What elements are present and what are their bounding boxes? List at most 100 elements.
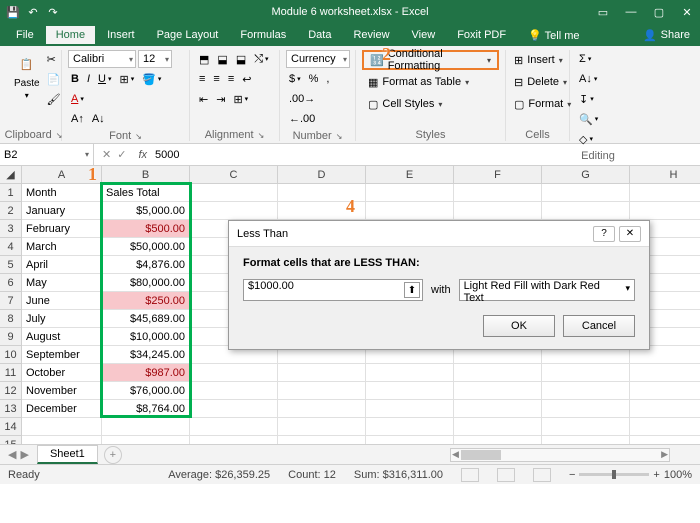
share-button[interactable]: 👤 Share [633,26,700,45]
cell[interactable]: September [22,346,102,364]
cell[interactable]: June [22,292,102,310]
tab-review[interactable]: Review [343,26,399,44]
cell[interactable]: $10,000.00 [102,328,190,346]
cell[interactable]: $4,876.00 [102,256,190,274]
row-header[interactable]: 14 [0,418,22,436]
format-style-select[interactable]: Light Red Fill with Dark Red Text [459,279,635,301]
row-header[interactable]: 6 [0,274,22,292]
save-icon[interactable]: 💾 [6,5,20,19]
view-normal-button[interactable] [461,468,479,482]
cell[interactable] [454,418,542,436]
increase-decimal-button[interactable]: .00→ [286,90,318,108]
cell[interactable]: March [22,238,102,256]
row-header[interactable]: 9 [0,328,22,346]
ok-button[interactable]: OK [483,315,555,337]
cell[interactable]: Month [22,184,102,202]
cell[interactable] [366,382,454,400]
cell[interactable] [190,418,278,436]
merge-button[interactable]: ⊞▾ [230,90,251,108]
conditional-formatting-button[interactable]: 🔢 Conditional Formatting ▾ [362,50,499,70]
cell[interactable] [278,418,366,436]
cell[interactable] [630,382,700,400]
cell[interactable] [630,418,700,436]
cell[interactable] [278,202,366,220]
cell[interactable] [542,418,630,436]
font-launcher[interactable]: ↘ [135,132,142,141]
row-header[interactable]: 15 [0,436,22,444]
cell[interactable]: April [22,256,102,274]
cell[interactable] [190,436,278,444]
row-header[interactable]: 8 [0,310,22,328]
cell[interactable]: $76,000.00 [102,382,190,400]
cell[interactable] [630,364,700,382]
cell[interactable]: $8,764.00 [102,400,190,418]
cell[interactable] [190,382,278,400]
number-launcher[interactable]: ↘ [336,132,343,141]
cell[interactable]: December [22,400,102,418]
cell[interactable] [542,202,630,220]
cancel-formula-button[interactable]: ✕ [102,148,111,161]
increase-font-button[interactable]: A↑ [68,110,87,128]
cell[interactable] [278,364,366,382]
font-color-button[interactable]: A▾ [68,90,87,108]
cut-button[interactable]: ✂ [44,50,64,68]
cell[interactable]: $50,000.00 [102,238,190,256]
cell[interactable]: Sales Total [102,184,190,202]
cell[interactable] [366,202,454,220]
minimize-icon[interactable]: — [624,5,638,19]
cell[interactable]: $987.00 [102,364,190,382]
align-bottom-button[interactable]: ⬓ [233,50,249,68]
column-header[interactable]: C [190,166,278,184]
tab-data[interactable]: Data [298,26,341,44]
bold-button[interactable]: B [68,70,82,88]
increase-indent-button[interactable]: ⇥ [213,90,228,108]
cancel-button[interactable]: Cancel [563,315,635,337]
row-header[interactable]: 12 [0,382,22,400]
cell[interactable] [630,202,700,220]
font-name-select[interactable]: Calibri [68,50,136,68]
cell[interactable] [454,382,542,400]
cell[interactable] [454,436,542,444]
view-page-layout-button[interactable] [497,468,515,482]
cell[interactable]: August [22,328,102,346]
italic-button[interactable]: I [84,70,93,88]
cell[interactable]: May [22,274,102,292]
sheet-tab-1[interactable]: Sheet1 [37,445,98,464]
cell[interactable] [22,436,102,444]
delete-cells-button[interactable]: ⊟ Delete▾ [512,72,563,92]
cell[interactable] [542,184,630,202]
cell[interactable] [278,400,366,418]
tab-page-layout[interactable]: Page Layout [147,26,229,44]
currency-button[interactable]: $▾ [286,70,304,88]
row-header[interactable]: 10 [0,346,22,364]
cell[interactable]: November [22,382,102,400]
column-header[interactable]: E [366,166,454,184]
column-header[interactable]: G [542,166,630,184]
column-header[interactable]: H [630,166,700,184]
column-header[interactable]: F [454,166,542,184]
view-page-break-button[interactable] [533,468,551,482]
cell[interactable] [630,436,700,444]
paste-button[interactable]: 📋 Paste ▾ [12,50,42,127]
tab-formulas[interactable]: Formulas [230,26,296,44]
cell[interactable] [366,400,454,418]
fill-color-button[interactable]: 🪣▾ [139,70,164,88]
cell[interactable]: $5,000.00 [102,202,190,220]
percent-button[interactable]: % [306,70,322,88]
cell-styles-button[interactable]: ▢ Cell Styles ▾ [362,94,499,114]
zoom-in-button[interactable]: + [653,469,659,481]
formula-input[interactable]: 5000 [151,149,700,161]
cell[interactable] [102,418,190,436]
select-all-button[interactable]: ◢ [0,166,22,184]
row-header[interactable]: 1 [0,184,22,202]
cell[interactable] [366,436,454,444]
cell[interactable]: July [22,310,102,328]
cell[interactable] [366,364,454,382]
cell[interactable]: February [22,220,102,238]
close-icon[interactable]: ✕ [680,5,694,19]
sheet-nav-next[interactable]: ▶ [20,448,28,461]
cell[interactable]: $500.00 [102,220,190,238]
sort-filter-button[interactable]: A↓▾ [576,70,600,88]
name-box[interactable]: B2 [0,144,94,165]
column-header[interactable]: D [278,166,366,184]
